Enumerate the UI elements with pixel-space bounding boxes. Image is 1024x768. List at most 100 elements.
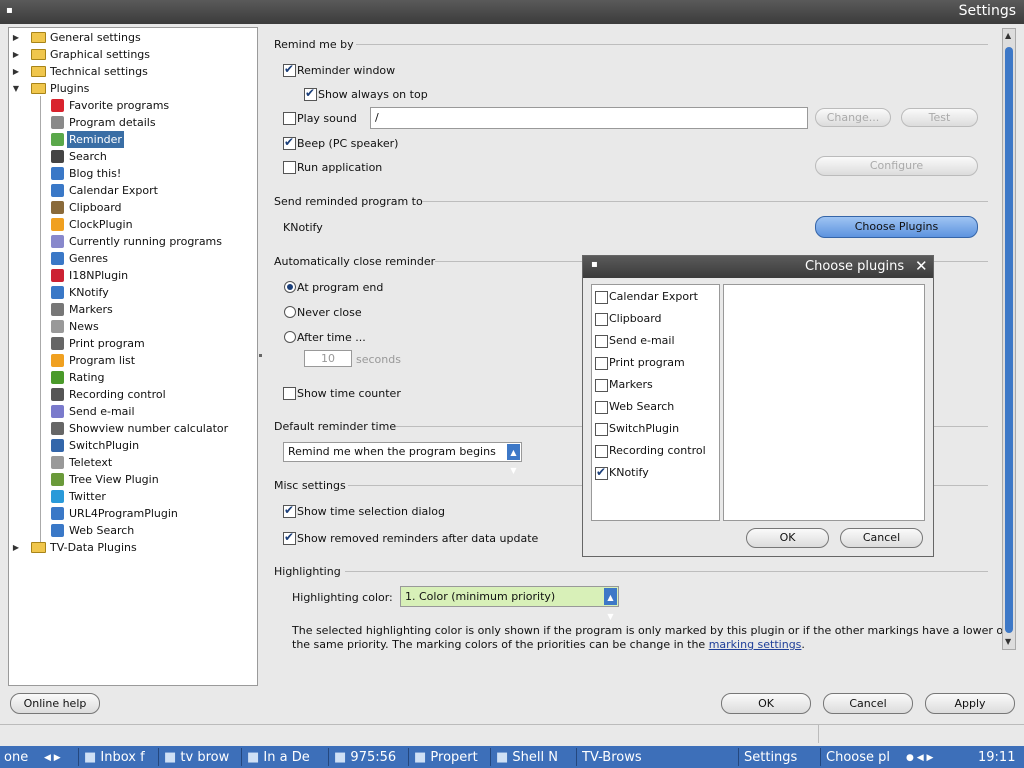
dialog-ok-button[interactable]: OK bbox=[746, 528, 829, 548]
plugin-preview-list[interactable] bbox=[723, 284, 925, 521]
plugin-checkbox[interactable] bbox=[595, 357, 608, 370]
tree-item-send-e-mail[interactable]: Send e-mail bbox=[9, 403, 257, 420]
scroll-up-icon[interactable]: ▲ bbox=[1005, 31, 1011, 40]
tree-item-teletext[interactable]: Teletext bbox=[9, 454, 257, 471]
tree-item-clipboard[interactable]: Clipboard bbox=[9, 199, 257, 216]
taskbar-item[interactable]: ■ 975:56 bbox=[334, 748, 412, 768]
close-icon[interactable]: ✕ bbox=[915, 257, 928, 275]
taskbar-item[interactable]: ■ Shell N bbox=[496, 748, 580, 768]
after-time-spinner[interactable]: 10 bbox=[304, 350, 352, 367]
scrollbar-thumb[interactable] bbox=[1005, 47, 1013, 633]
taskbar-item[interactable]: ■ tv brow bbox=[164, 748, 244, 768]
expand-right-icon[interactable]: ▶ bbox=[12, 29, 20, 46]
tree-item-search[interactable]: Search bbox=[9, 148, 257, 165]
tree-item-reminder[interactable]: Reminder bbox=[9, 131, 257, 148]
plugin-checkbox[interactable] bbox=[595, 423, 608, 436]
tree-item-web-search[interactable]: Web Search bbox=[9, 522, 257, 539]
plugin-list-item[interactable]: Markers bbox=[595, 378, 715, 394]
vertical-scrollbar[interactable]: ▲ ▼ bbox=[1002, 28, 1016, 650]
tree-item-calendar-export[interactable]: Calendar Export bbox=[9, 182, 257, 199]
sound-path-field[interactable]: / bbox=[370, 107, 808, 129]
tree-item-rating[interactable]: Rating bbox=[9, 369, 257, 386]
run-application-checkbox[interactable] bbox=[283, 161, 296, 174]
tree-item-print-program[interactable]: Print program bbox=[9, 335, 257, 352]
tree-item-clockplugin[interactable]: ClockPlugin bbox=[9, 216, 257, 233]
plugin-list-item[interactable]: Clipboard bbox=[595, 312, 715, 328]
tree-item-markers[interactable]: Markers bbox=[9, 301, 257, 318]
tree-item-showview-number-calculator[interactable]: Showview number calculator bbox=[9, 420, 257, 437]
tree-item-favorite-programs[interactable]: Favorite programs bbox=[9, 97, 257, 114]
apply-button[interactable]: Apply bbox=[925, 693, 1015, 714]
plugin-list-item[interactable]: Print program bbox=[595, 356, 715, 372]
tree-item-graphical-settings[interactable]: ▶ Graphical settings bbox=[9, 46, 257, 63]
tree-item-program-details[interactable]: Program details bbox=[9, 114, 257, 131]
show-removed-reminders-checkbox[interactable] bbox=[283, 530, 296, 545]
tree-item-knotify[interactable]: KNotify bbox=[9, 284, 257, 301]
test-sound-button[interactable]: Test bbox=[901, 108, 978, 127]
tree-item-plugins[interactable]: ▼ Plugins bbox=[9, 80, 257, 97]
tree-item-blog-this[interactable]: Blog this! bbox=[9, 165, 257, 182]
taskbar-item[interactable]: TV-Brows bbox=[582, 748, 732, 768]
change-sound-button[interactable]: Change... bbox=[815, 108, 891, 127]
tree-item-tree-view-plugin[interactable]: Tree View Plugin bbox=[9, 471, 257, 488]
window-menu-icon[interactable]: ▪ bbox=[6, 5, 13, 16]
tree-item-genres[interactable]: Genres bbox=[9, 250, 257, 267]
plugin-checkbox[interactable] bbox=[595, 445, 608, 458]
highlighting-color-select[interactable]: 1. Color (minimum priority) ▲ ▼ bbox=[400, 586, 619, 621]
tree-item-switchplugin[interactable]: SwitchPlugin bbox=[9, 437, 257, 454]
default-reminder-time-select[interactable]: Remind me when the program begins ▲ ▼ bbox=[283, 442, 522, 475]
show-on-top-checkbox[interactable] bbox=[304, 86, 317, 101]
beep-checkbox[interactable] bbox=[283, 135, 296, 150]
after-time-radio[interactable] bbox=[284, 331, 296, 343]
expand-right-icon[interactable]: ▶ bbox=[12, 539, 20, 556]
settings-tree[interactable]: ▶ General settings ▶ Graphical settings ▶ Tec… bbox=[8, 27, 258, 686]
plugin-checkbox[interactable] bbox=[595, 401, 608, 414]
tray-arrows-icon[interactable]: ● ◀ ▶ bbox=[906, 748, 956, 768]
at-program-end-radio[interactable] bbox=[284, 281, 296, 293]
ok-button[interactable]: OK bbox=[721, 693, 811, 714]
taskbar-item[interactable]: ■ Propert bbox=[414, 748, 494, 768]
expand-right-icon[interactable]: ▶ bbox=[12, 46, 20, 63]
tree-item-currently-running-programs[interactable]: Currently running programs bbox=[9, 233, 257, 250]
plugin-list-item[interactable]: Calendar Export bbox=[595, 290, 715, 306]
configure-button[interactable]: Configure bbox=[815, 156, 978, 176]
plugin-list-item[interactable]: SwitchPlugin bbox=[595, 422, 715, 438]
tree-item-url4programplugin[interactable]: URL4ProgramPlugin bbox=[9, 505, 257, 522]
tree-item-program-list[interactable]: Program list bbox=[9, 352, 257, 369]
online-help-button[interactable]: Online help bbox=[10, 693, 100, 714]
plugin-list-item[interactable]: Web Search bbox=[595, 400, 715, 416]
window-titlebar[interactable]: ▪ Settings bbox=[0, 0, 1024, 24]
expand-down-icon[interactable]: ▼ bbox=[12, 80, 20, 97]
plugin-list-item[interactable]: Send e-mail bbox=[595, 334, 715, 350]
cancel-button[interactable]: Cancel bbox=[823, 693, 913, 714]
plugin-list[interactable]: Calendar Export Clipboard Send e-mail Print… bbox=[591, 284, 720, 521]
reminder-window-checkbox[interactable] bbox=[283, 62, 296, 77]
marking-settings-link[interactable]: marking settings bbox=[709, 638, 802, 651]
show-time-counter-checkbox[interactable] bbox=[283, 387, 296, 400]
never-close-radio[interactable] bbox=[284, 306, 296, 318]
taskbar-item[interactable]: ■ In a De bbox=[247, 748, 331, 768]
taskbar-scroll-arrows-icon[interactable]: ◀ ▶ bbox=[44, 748, 74, 768]
dialog-cancel-button[interactable]: Cancel bbox=[840, 528, 923, 548]
plugin-checkbox[interactable] bbox=[595, 335, 608, 348]
plugin-checkbox[interactable] bbox=[595, 313, 608, 326]
dialog-menu-icon[interactable]: ▪ bbox=[591, 259, 598, 270]
tree-item-twitter[interactable]: Twitter bbox=[9, 488, 257, 505]
plugin-checkbox[interactable] bbox=[595, 465, 608, 480]
tree-item-news[interactable]: News bbox=[9, 318, 257, 335]
taskbar-item[interactable]: Choose pl bbox=[826, 748, 906, 768]
show-time-selection-checkbox[interactable] bbox=[283, 503, 296, 518]
taskbar-item[interactable]: ■ Inbox f bbox=[84, 748, 162, 768]
tree-item-tv-data-plugins[interactable]: ▶ TV-Data Plugins bbox=[9, 539, 257, 556]
scroll-down-icon[interactable]: ▼ bbox=[1005, 637, 1011, 646]
taskbar-item[interactable]: Settings bbox=[744, 748, 824, 768]
tree-item-technical-settings[interactable]: ▶ Technical settings bbox=[9, 63, 257, 80]
dialog-titlebar[interactable]: ▪ Choose plugins ✕ bbox=[583, 256, 933, 278]
plugin-checkbox[interactable] bbox=[595, 379, 608, 392]
tree-item-recording-control[interactable]: Recording control bbox=[9, 386, 257, 403]
plugin-list-item[interactable]: KNotify bbox=[595, 465, 715, 482]
play-sound-checkbox[interactable] bbox=[283, 112, 296, 125]
tree-item-general-settings[interactable]: ▶ General settings bbox=[9, 29, 257, 46]
tree-item-i18nplugin[interactable]: I18NPlugin bbox=[9, 267, 257, 284]
choose-plugins-button[interactable]: Choose Plugins bbox=[815, 216, 978, 238]
